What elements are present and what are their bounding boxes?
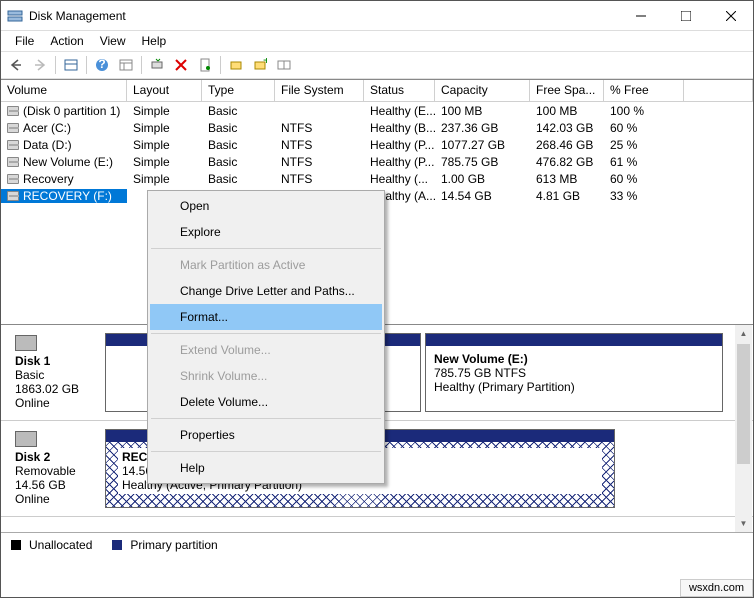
menu-item[interactable]: Change Drive Letter and Paths... bbox=[150, 278, 382, 304]
col-pctfree[interactable]: % Free bbox=[604, 80, 684, 101]
col-free[interactable]: Free Spa... bbox=[530, 80, 604, 101]
volume-row[interactable]: Data (D:)SimpleBasicNTFSHealthy (P...107… bbox=[1, 136, 753, 153]
legend-primary: Primary partition bbox=[130, 538, 217, 552]
menu-item[interactable]: Properties bbox=[150, 422, 382, 448]
menu-item: Shrink Volume... bbox=[150, 363, 382, 389]
menu-file[interactable]: File bbox=[7, 32, 42, 50]
disk-label[interactable]: Disk 2 Removable 14.56 GB Online bbox=[9, 429, 105, 508]
volume-name: Data (D:) bbox=[1, 138, 127, 152]
volume-name: RECOVERY (F:) bbox=[1, 189, 127, 203]
volume-row[interactable]: (Disk 0 partition 1)SimpleBasicHealthy (… bbox=[1, 102, 753, 119]
col-filesystem[interactable]: File System bbox=[275, 80, 364, 101]
menu-separator bbox=[151, 451, 381, 452]
volume-name: New Volume (E:) bbox=[1, 155, 127, 169]
partition-size: 785.75 GB NTFS bbox=[434, 366, 526, 380]
disk-label[interactable]: Disk 1 Basic 1863.02 GB Online bbox=[9, 333, 105, 412]
action3-button[interactable] bbox=[273, 54, 295, 76]
app-icon bbox=[7, 8, 23, 24]
menu-view[interactable]: View bbox=[92, 32, 134, 50]
disk-type: Basic bbox=[15, 368, 99, 382]
disk-state: Online bbox=[15, 396, 99, 410]
col-empty[interactable] bbox=[684, 80, 753, 101]
close-button[interactable] bbox=[708, 1, 753, 30]
toolbar: ? + bbox=[1, 51, 753, 79]
view-button[interactable] bbox=[60, 54, 82, 76]
disk-size: 14.56 GB bbox=[15, 478, 99, 492]
col-capacity[interactable]: Capacity bbox=[435, 80, 530, 101]
menu-item[interactable]: Delete Volume... bbox=[150, 389, 382, 415]
disk-state: Online bbox=[15, 492, 99, 506]
scroll-down-icon[interactable]: ▼ bbox=[735, 515, 752, 532]
menu-item[interactable]: Format... bbox=[150, 304, 382, 330]
refresh-button[interactable] bbox=[146, 54, 168, 76]
scroll-thumb[interactable] bbox=[737, 344, 750, 464]
volume-icon bbox=[7, 106, 19, 116]
partition-box[interactable]: New Volume (E:) 785.75 GB NTFS Healthy (… bbox=[425, 333, 723, 412]
menu-help[interactable]: Help bbox=[134, 32, 175, 50]
svg-text:+: + bbox=[263, 58, 267, 67]
volume-icon bbox=[7, 174, 19, 184]
volume-name: Acer (C:) bbox=[1, 121, 127, 135]
disk-size: 1863.02 GB bbox=[15, 382, 99, 396]
disk-icon bbox=[15, 335, 37, 351]
menu-separator bbox=[151, 418, 381, 419]
scroll-up-icon[interactable]: ▲ bbox=[735, 325, 752, 342]
menu-item[interactable]: Open bbox=[150, 193, 382, 219]
partition-status: Healthy (Primary Partition) bbox=[434, 380, 575, 394]
action2-button[interactable]: + bbox=[249, 54, 271, 76]
maximize-button[interactable] bbox=[663, 1, 708, 30]
title-bar: Disk Management bbox=[1, 1, 753, 31]
help-button[interactable]: ? bbox=[91, 54, 113, 76]
volume-icon bbox=[7, 123, 19, 133]
col-type[interactable]: Type bbox=[202, 80, 275, 101]
settings-button[interactable] bbox=[115, 54, 137, 76]
delete-button[interactable] bbox=[170, 54, 192, 76]
menu-action[interactable]: Action bbox=[42, 32, 91, 50]
menu-separator bbox=[151, 248, 381, 249]
col-volume[interactable]: Volume bbox=[1, 80, 127, 101]
volume-row[interactable]: Acer (C:)SimpleBasicNTFSHealthy (B...237… bbox=[1, 119, 753, 136]
volume-name: Recovery bbox=[1, 172, 127, 186]
menu-item: Mark Partition as Active bbox=[150, 252, 382, 278]
status-bar: wsxdn.com bbox=[680, 579, 753, 597]
volume-name: (Disk 0 partition 1) bbox=[1, 104, 127, 118]
minimize-button[interactable] bbox=[618, 1, 663, 30]
legend: Unallocated Primary partition bbox=[1, 532, 753, 556]
menu-item: Extend Volume... bbox=[150, 337, 382, 363]
volume-row[interactable]: New Volume (E:)SimpleBasicNTFSHealthy (P… bbox=[1, 153, 753, 170]
disk-icon bbox=[15, 431, 37, 447]
volume-row[interactable]: RecoverySimpleBasicNTFSHealthy (...1.00 … bbox=[1, 170, 753, 187]
action1-button[interactable] bbox=[225, 54, 247, 76]
disk-name: Disk 1 bbox=[15, 354, 99, 368]
properties-button[interactable] bbox=[194, 54, 216, 76]
col-status[interactable]: Status bbox=[364, 80, 435, 101]
context-menu[interactable]: OpenExplore Mark Partition as ActiveChang… bbox=[147, 190, 385, 484]
svg-text:?: ? bbox=[98, 58, 105, 71]
legend-unallocated: Unallocated bbox=[29, 538, 92, 552]
menu-item[interactable]: Help bbox=[150, 455, 382, 481]
volume-icon bbox=[7, 191, 19, 201]
swatch-primary bbox=[112, 540, 122, 550]
back-button[interactable] bbox=[5, 54, 27, 76]
window-title: Disk Management bbox=[29, 9, 618, 23]
disk-type: Removable bbox=[15, 464, 99, 478]
col-layout[interactable]: Layout bbox=[127, 80, 202, 101]
disk-name: Disk 2 bbox=[15, 450, 99, 464]
menu-bar: File Action View Help bbox=[1, 31, 753, 51]
volume-icon bbox=[7, 157, 19, 167]
menu-separator bbox=[151, 333, 381, 334]
partition-title: New Volume (E:) bbox=[434, 352, 528, 366]
scrollbar-vertical[interactable]: ▲ ▼ bbox=[735, 325, 752, 532]
menu-item[interactable]: Explore bbox=[150, 219, 382, 245]
volume-icon bbox=[7, 140, 19, 150]
forward-button[interactable] bbox=[29, 54, 51, 76]
swatch-unallocated bbox=[11, 540, 21, 550]
volume-list-header: Volume Layout Type File System Status Ca… bbox=[1, 80, 753, 102]
